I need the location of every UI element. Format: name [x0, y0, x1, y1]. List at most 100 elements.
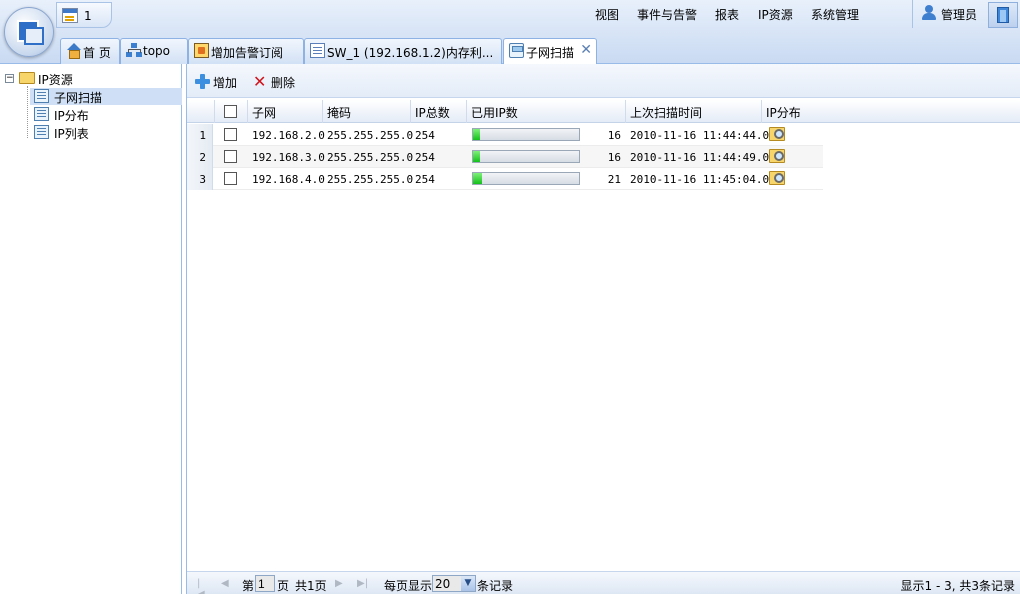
- records-summary: 显示1 - 3, 共3条记录: [900, 579, 1016, 593]
- tree-item-ip-distribution[interactable]: IP分布: [54, 107, 89, 124]
- ip-used-cell: 16: [607, 129, 621, 142]
- per-page-suffix: 条记录: [477, 579, 514, 593]
- page-prefix: 第: [242, 579, 255, 593]
- tab-add-alarm-subscription[interactable]: 增加告警订阅: [188, 38, 304, 64]
- alarm-icon: [194, 43, 209, 58]
- prev-page-icon[interactable]: ◀: [221, 578, 231, 589]
- mask-cell: 255.255.255.0: [327, 151, 414, 164]
- ip-usage-fill: [473, 151, 480, 162]
- row-number: 2: [187, 146, 213, 168]
- subnet-scan-panel: 增加 ✕ 删除 子网 掩码 IP总数 已用IP数 上次扫描时间 IP分布 1 19…: [186, 64, 1020, 594]
- ip-distribution-view-icon[interactable]: [769, 127, 785, 141]
- nav-view[interactable]: 视图: [595, 6, 619, 23]
- logout-button[interactable]: [988, 2, 1018, 28]
- row-checkbox[interactable]: [224, 172, 237, 185]
- header-ip-total[interactable]: IP总数: [411, 100, 467, 123]
- tab-subnet-scan[interactable]: 子网扫描 ✕: [503, 38, 597, 65]
- delete-icon: ✕: [253, 72, 267, 91]
- last-page-icon[interactable]: ▶|: [357, 578, 368, 589]
- row-checkbox[interactable]: [224, 150, 237, 163]
- last-scan-cell: 2010-11-16 11:45:04.0: [630, 173, 770, 186]
- subnet-cell: 192.168.4.0: [252, 173, 325, 186]
- ip-distribution-icon: [34, 107, 49, 121]
- first-page-icon[interactable]: |◀: [197, 578, 207, 594]
- collapse-toggle-icon[interactable]: −: [5, 74, 14, 83]
- table-row[interactable]: 2 192.168.3.0 255.255.255.0 254 16 2010-11-16…: [187, 146, 823, 168]
- header-ip-used[interactable]: 已用IP数: [467, 100, 626, 123]
- per-page-value: 20: [435, 577, 451, 591]
- ip-resource-tree: [0, 64, 182, 594]
- total-pages: 共1页: [295, 579, 327, 593]
- nav-ip-resources[interactable]: IP资源: [758, 6, 793, 23]
- ip-total-cell: 254: [415, 173, 435, 186]
- page-number-input[interactable]: [255, 575, 275, 592]
- header-last-scan[interactable]: 上次扫描时间: [626, 100, 762, 123]
- tab-label: 首 页: [83, 46, 111, 60]
- ip-usage-progress: [472, 172, 580, 185]
- user-name: 管理员: [941, 8, 978, 22]
- ip-distribution-view-icon[interactable]: [769, 149, 785, 163]
- tab-home[interactable]: 首 页: [60, 38, 120, 64]
- subnet-cell: 192.168.2.0: [252, 129, 325, 142]
- per-page-select[interactable]: 20 ▼: [432, 575, 476, 592]
- add-button[interactable]: 增加: [195, 74, 238, 92]
- tab-label: 增加告警订阅: [211, 46, 284, 60]
- header-subnet[interactable]: 子网: [248, 100, 323, 123]
- row-checkbox[interactable]: [224, 128, 237, 141]
- tab-label: 子网扫描: [526, 46, 575, 60]
- tab-sw1-memory[interactable]: SW_1 (192.168.1.2)内存利...: [304, 38, 502, 64]
- subnet-scan-icon: [34, 89, 49, 103]
- exit-door-icon: [997, 7, 1009, 23]
- message-indicator[interactable]: 1: [56, 2, 112, 28]
- header-rownum: [187, 100, 215, 123]
- tree-selection-highlight: [30, 88, 182, 105]
- row-number: 1: [187, 124, 213, 146]
- last-scan-cell: 2010-11-16 11:44:44.0: [630, 129, 770, 142]
- add-icon: [195, 74, 210, 89]
- ip-used-cell: 16: [607, 151, 621, 164]
- ip-usage-progress: [472, 150, 580, 163]
- nav-reports[interactable]: 报表: [715, 6, 739, 23]
- nav-events-alarms[interactable]: 事件与告警: [637, 6, 697, 23]
- table-row[interactable]: 3 192.168.4.0 255.255.255.0 254 21 2010-11-16…: [187, 168, 823, 190]
- nav-system-management[interactable]: 系统管理: [811, 6, 859, 23]
- pagination-bar: |◀ ◀ 第 页 共1页 ▶ ▶| 每页显示 20 ▼ 条记录 显示1 - 3,…: [187, 571, 1020, 594]
- user-menu[interactable]: 管理员: [912, 0, 988, 28]
- tab-topo[interactable]: topo: [120, 38, 188, 64]
- last-scan-cell: 2010-11-16 11:44:49.0: [630, 151, 770, 164]
- grid-header-filler: [821, 100, 1020, 123]
- ip-list-icon: [34, 125, 49, 139]
- next-page-icon[interactable]: ▶: [335, 578, 345, 589]
- user-icon: [922, 5, 936, 20]
- ip-distribution-view-icon[interactable]: [769, 171, 785, 185]
- ip-used-cell: 21: [607, 173, 621, 186]
- header-select-all: [215, 100, 248, 123]
- tree-item-ip-list[interactable]: IP列表: [54, 125, 89, 142]
- network-icon: [509, 43, 524, 58]
- delete-button[interactable]: ✕ 删除: [253, 72, 295, 92]
- message-icon: [62, 8, 78, 23]
- tree-connector: [27, 86, 28, 138]
- folder-open-icon: [19, 72, 35, 84]
- ip-usage-progress: [472, 128, 580, 141]
- ip-usage-fill: [473, 129, 480, 140]
- tree-root-ip-resources[interactable]: IP资源: [38, 71, 73, 88]
- topology-icon: [126, 43, 141, 58]
- list-icon: [310, 43, 325, 58]
- mask-cell: 255.255.255.0: [327, 129, 414, 142]
- grid-toolbar: 增加 ✕ 删除: [187, 64, 1020, 98]
- add-label: 增加: [213, 76, 238, 90]
- per-page-label: 每页显示: [384, 579, 433, 593]
- tree-item-subnet-scan[interactable]: 子网扫描: [54, 89, 102, 106]
- header-mask[interactable]: 掩码: [323, 100, 411, 123]
- app-logo[interactable]: [4, 7, 54, 57]
- ip-usage-fill: [473, 173, 482, 184]
- table-row[interactable]: 1 192.168.2.0 255.255.255.0 254 16 2010-11-16…: [187, 124, 823, 146]
- select-all-checkbox[interactable]: [224, 105, 237, 118]
- header-ip-distribution[interactable]: IP分布: [762, 100, 822, 123]
- close-icon[interactable]: ✕: [580, 42, 592, 58]
- ip-total-cell: 254: [415, 129, 435, 142]
- mask-cell: 255.255.255.0: [327, 173, 414, 186]
- tab-label: SW_1 (192.168.1.2)内存利...: [327, 46, 494, 60]
- page-suffix: 页: [277, 579, 290, 593]
